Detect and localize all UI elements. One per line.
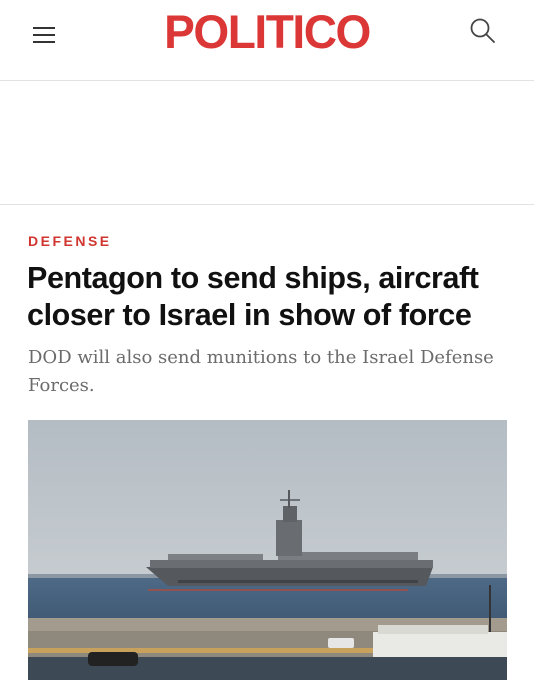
section-label[interactable]: DEFENSE [28,233,112,249]
search-icon[interactable] [468,16,498,46]
article-headline: Pentagon to send ships, aircraft closer … [27,261,479,332]
politico-logo[interactable]: POLITICO [5,2,528,62]
hero-image [28,420,507,680]
article-dek: DOD will also send munitions to the Isra… [28,347,494,396]
ad-placeholder [0,81,534,205]
site-header: POLITICO [0,0,534,81]
